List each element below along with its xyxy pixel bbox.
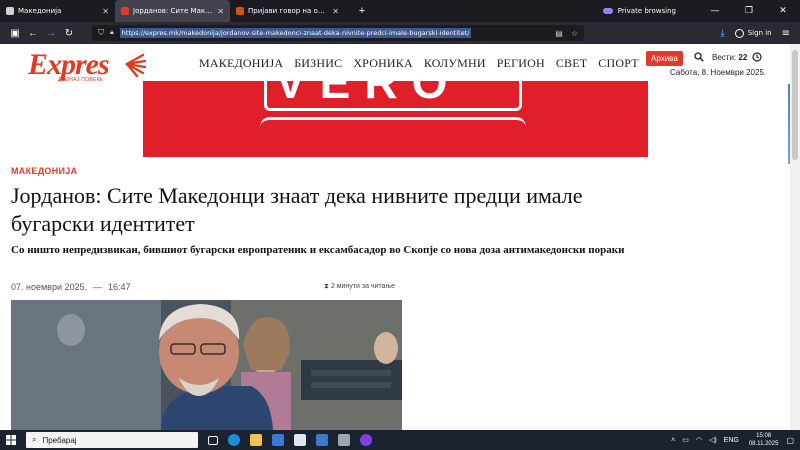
article-date: 07. ноември 2025. <box>11 282 88 292</box>
sign-in-label: Sign in <box>747 29 772 37</box>
archive-button[interactable]: Архива <box>646 51 683 66</box>
edge-icon[interactable] <box>228 434 240 446</box>
site-logo[interactable]: Expres ДОЗНАЈ ПОВЕЌЕ <box>28 48 148 83</box>
banner-brand-text: VERO <box>275 81 462 108</box>
private-browsing-indicator: Private browsing <box>602 7 676 15</box>
nav-item-region[interactable]: РЕГИОН <box>497 56 545 71</box>
article-subheadline: Со ништо непредизвикан, бившиот бугарски… <box>11 244 625 256</box>
meta-separator: — <box>93 282 103 292</box>
bookmark-star-icon[interactable]: ☆ <box>571 29 578 38</box>
current-date: Сабота, 8. Ноември 2025. <box>670 68 767 77</box>
nav-item-kolumni[interactable]: КОЛУМНИ <box>424 56 486 71</box>
chevron-up-icon[interactable]: ˄ <box>671 437 675 444</box>
reload-icon[interactable]: ↻ <box>60 28 78 39</box>
file-explorer-icon[interactable] <box>250 434 262 446</box>
browser-tab[interactable]: Македонија ✕ <box>0 0 115 22</box>
search-icon: ⌕ <box>32 435 37 444</box>
article-time: 16:47 <box>108 282 131 292</box>
notifications-icon[interactable]: ▢ <box>786 436 794 445</box>
private-browsing-label: Private browsing <box>617 7 676 15</box>
shield-icon[interactable]: ⛉ <box>98 28 104 38</box>
close-icon[interactable]: ✕ <box>332 7 339 16</box>
news-label: Вести: <box>712 53 737 62</box>
read-time-label: 2 минути за читање <box>330 283 396 290</box>
volume-icon[interactable]: ◁) <box>709 436 717 444</box>
article-headline: Јорданов: Сите Македонци знаат дека нивн… <box>11 183 583 236</box>
nav-item-sport[interactable]: СПОРТ <box>598 56 639 71</box>
close-icon[interactable]: ✕ <box>217 7 224 16</box>
wifi-icon[interactable]: ◠ <box>696 436 702 444</box>
web-page: Expres ДОЗНАЈ ПОВЕЌЕ МАКЕДОНИЈА БИЗНИС Х… <box>0 44 800 430</box>
taskbar: ⌕ Пребарај ˄ ▭ ◠ ◁) ENG 15:08 08.11.2025… <box>0 430 800 450</box>
tab-favicon-icon <box>6 7 14 15</box>
back-icon[interactable]: ← <box>24 28 42 39</box>
firefox-private-icon[interactable] <box>360 434 372 446</box>
start-button[interactable] <box>0 430 22 450</box>
close-icon[interactable]: ✕ <box>102 7 109 16</box>
taskbar-apps <box>208 434 372 446</box>
tab-title: Пријави говор на омраза | Го <box>248 7 328 15</box>
main-navigation: МАКЕДОНИЈА БИЗНИС ХРОНИКА КОЛУМНИ РЕГИОН… <box>199 56 639 71</box>
banner-arc <box>260 117 526 127</box>
nav-item-biznis[interactable]: БИЗНИС <box>294 56 342 71</box>
language-indicator[interactable]: ENG <box>724 437 739 444</box>
windows-logo-icon <box>6 435 16 445</box>
browser-tab-active[interactable]: Јорданов: Сите Македонци зн ✕ <box>115 0 230 22</box>
reader-mode-icon[interactable]: ▤ <box>555 29 563 38</box>
read-time: ⧗ 2 минути за читање <box>324 283 395 291</box>
account-icon <box>734 28 744 38</box>
browser-nav-bar: ▣ ← → ↻ ⛉ 🔒︎ https://expres.mk/makedonij… <box>0 22 800 44</box>
taskbar-clock[interactable]: 15:08 08.11.2025 <box>749 432 779 448</box>
browser-tab[interactable]: Пријави говор на омраза | Го ✕ <box>230 0 345 22</box>
article-photo[interactable] <box>11 300 402 430</box>
url-text[interactable]: https://expres.mk/makedonija/jordanov-si… <box>119 28 472 38</box>
address-bar[interactable]: ⛉ 🔒︎ https://expres.mk/makedonija/jordan… <box>92 25 584 41</box>
private-mask-icon <box>602 8 613 14</box>
tab-title: Македонија <box>18 7 62 15</box>
nav-item-svet[interactable]: СВЕТ <box>556 56 587 71</box>
forward-icon[interactable]: → <box>42 28 60 39</box>
taskbar-search-placeholder: Пребарај <box>42 435 77 445</box>
mail-icon[interactable] <box>294 434 306 446</box>
browser-tab-bar: Македонија ✕ Јорданов: Сите Македонци зн… <box>0 0 800 22</box>
system-tray: ˄ ▭ ◠ ◁) ENG 15:08 08.11.2025 ▢ <box>664 432 800 448</box>
banner-ad[interactable]: VERO <box>143 81 648 157</box>
sidebar-icon[interactable]: ▣ <box>6 28 24 39</box>
news-counter[interactable]: Вести: 22 <box>712 53 747 62</box>
article-category[interactable]: МАКЕДОНИЈА <box>11 166 77 176</box>
store-icon[interactable] <box>272 434 284 446</box>
tab-title: Јорданов: Сите Македонци зн <box>133 7 213 15</box>
lock-icon[interactable]: 🔒︎ <box>110 29 114 37</box>
network-icon[interactable]: ▭ <box>682 436 689 444</box>
logo-tagline: ДОЗНАЈ ПОВЕЌЕ <box>58 77 104 83</box>
tab-favicon-icon <box>121 7 129 15</box>
scrollbar[interactable] <box>790 44 800 430</box>
task-view-icon[interactable] <box>208 435 218 445</box>
clock-icon[interactable] <box>752 52 762 62</box>
photos-icon[interactable] <box>316 434 328 446</box>
download-icon[interactable]: ⤓ <box>720 28 724 39</box>
logo-burst-icon <box>125 53 146 77</box>
menu-icon[interactable]: ≡ <box>782 28 790 39</box>
article-meta: 07. ноември 2025. — 16:47 <box>11 282 131 292</box>
hourglass-icon: ⧗ <box>324 283 329 290</box>
maximize-icon[interactable]: ❐ <box>732 6 766 16</box>
tab-favicon-icon <box>236 7 244 15</box>
scrollbar-thumb[interactable] <box>792 50 798 160</box>
minimize-icon[interactable]: — <box>698 6 732 16</box>
sign-in-button[interactable]: Sign in <box>734 28 772 38</box>
search-icon[interactable] <box>694 52 704 62</box>
taskbar-search[interactable]: ⌕ Пребарај <box>26 432 198 448</box>
close-window-icon[interactable]: ✕ <box>766 6 800 16</box>
photo-illustration <box>11 300 402 430</box>
new-tab-button[interactable]: + <box>355 5 369 17</box>
nav-item-makedonija[interactable]: МАКЕДОНИЈА <box>199 56 283 71</box>
app-icon[interactable] <box>338 434 350 446</box>
taskbar-date: 08.11.2025 <box>748 441 779 447</box>
news-count: 22 <box>738 53 748 62</box>
taskbar-time: 15:08 <box>756 433 772 439</box>
nav-item-hronika[interactable]: ХРОНИКА <box>353 56 413 71</box>
